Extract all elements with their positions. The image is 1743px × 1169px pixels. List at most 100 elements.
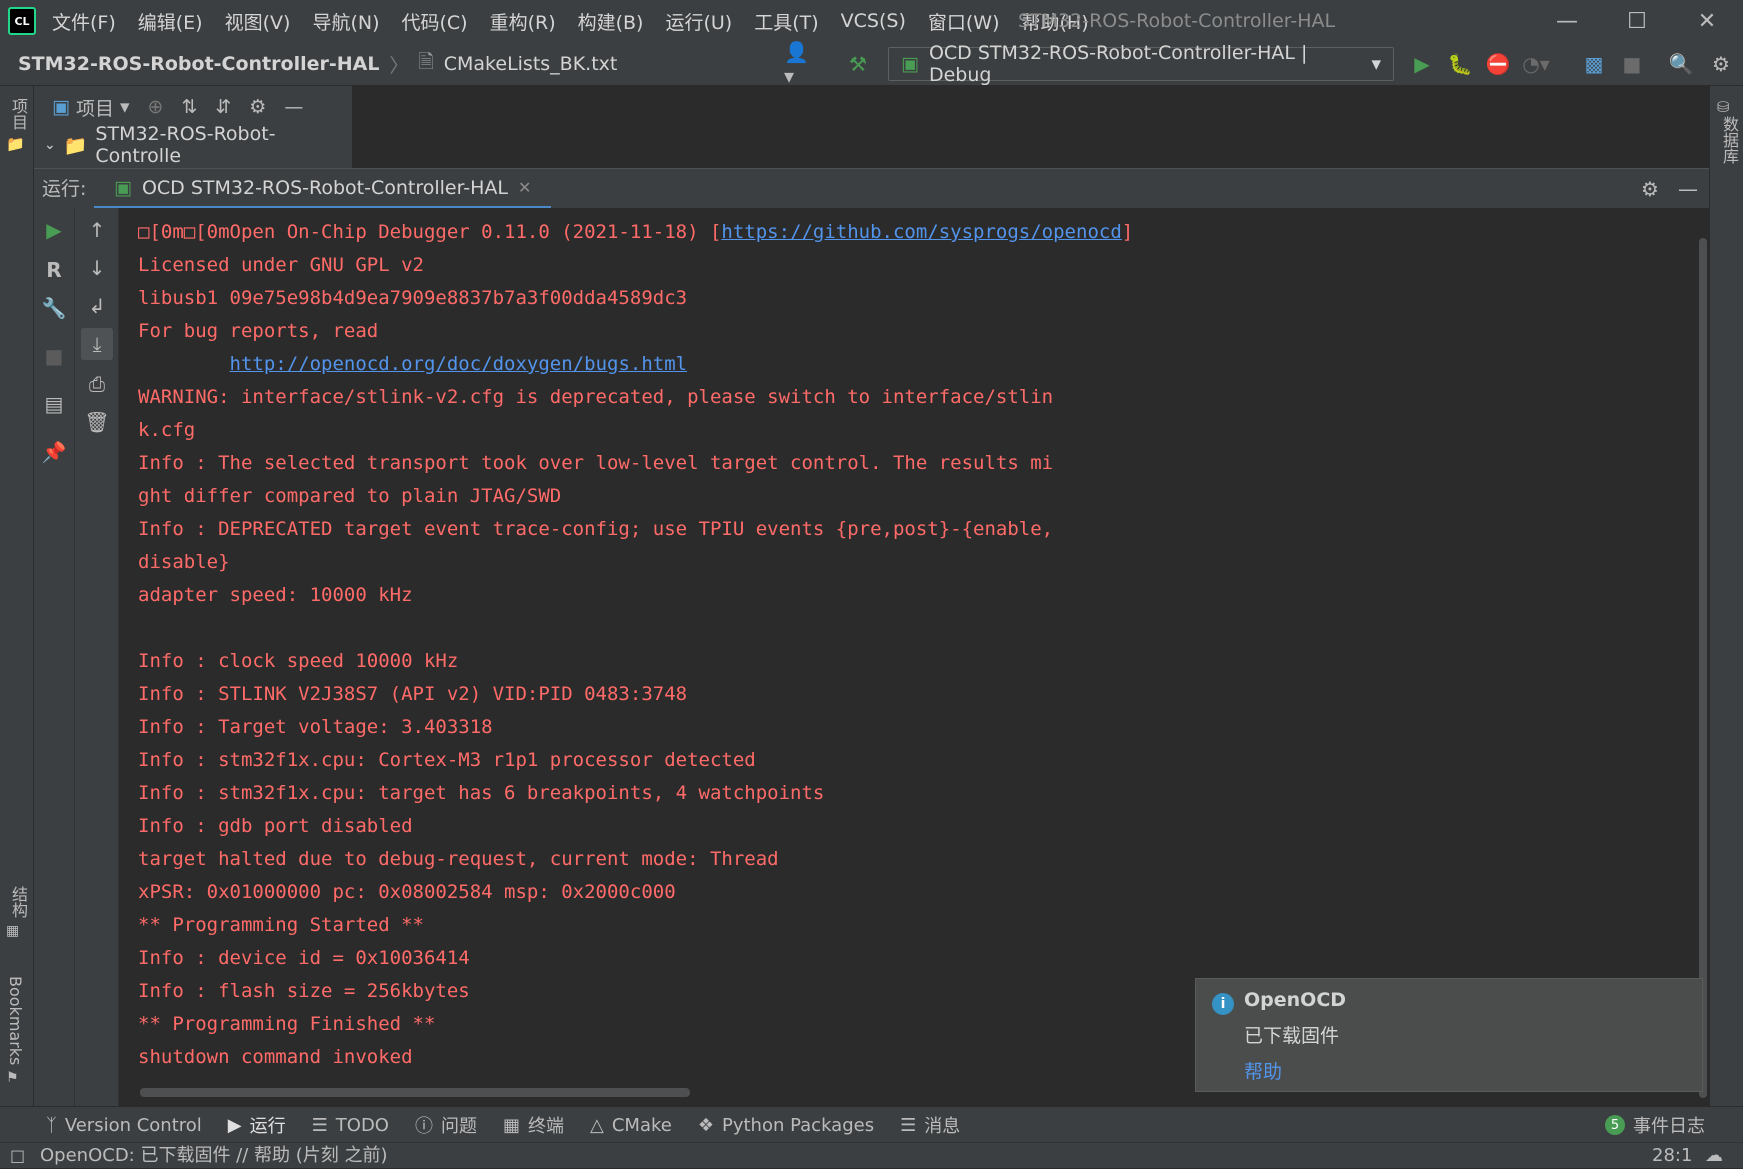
project-tree-root[interactable]: ⌄ 📁 STM32-ROS-Robot-Controlle (44, 123, 352, 167)
console-line: target halted due to debug-request, curr… (138, 848, 779, 870)
project-toolbar: ▣ 项目 ▾ ⊕ ⇅ ⇵ ⚙ — (52, 92, 303, 122)
tab-python-packages[interactable]: ❖ Python Packages (698, 1115, 874, 1136)
settings-gear-icon[interactable]: ⚙ (1634, 173, 1666, 205)
maximize-icon[interactable]: ☐ (1607, 0, 1667, 42)
debug-bug-icon[interactable]: 🐛 (1444, 48, 1476, 80)
cmake-target-icon: ▣ (114, 176, 132, 199)
console-lines: □[0m□[0mOpen On-Chip Debugger 0.11.0 (20… (138, 216, 1133, 1074)
settings-gear-icon[interactable]: ⚙ (249, 96, 266, 118)
profiler-icon[interactable]: ◔▾ (1520, 48, 1552, 80)
menu-view[interactable]: 视图(V) (223, 8, 293, 35)
stop-icon[interactable]: ■ (38, 340, 70, 372)
bookmark-icon: ⚑ (6, 1070, 19, 1087)
navigation-bar: STM32-ROS-Robot-Controller-HAL 〉 🗎 CMake… (0, 40, 1743, 88)
tab-version-control[interactable]: ᛉ Version Control (46, 1115, 202, 1136)
breadcrumb: STM32-ROS-Robot-Controller-HAL 〉 🗎 CMake… (18, 42, 617, 86)
run-icon: ▶ (227, 1114, 242, 1136)
tab-messages[interactable]: ☰ 消息 (900, 1112, 960, 1138)
console-line: k.cfg (138, 419, 196, 441)
run-configuration-selector[interactable]: ▣ OCD STM32-ROS-Robot-Controller-HAL | D… (888, 42, 1394, 86)
openocd-github-link[interactable]: https://github.com/sysprogs/openocd (721, 221, 1121, 243)
settings-gear-icon[interactable]: ⚙ (1705, 48, 1737, 80)
menu-code[interactable]: 代码(C) (399, 8, 469, 35)
menu-vcs[interactable]: VCS(S) (839, 10, 908, 32)
console-output[interactable]: □[0m□[0mOpen On-Chip Debugger 0.11.0 (20… (119, 208, 1709, 1106)
locate-target-icon[interactable]: ⊕ (148, 96, 164, 118)
notification-help-link[interactable]: 帮助 (1244, 1057, 1282, 1084)
console-line: ** Programming Finished ** (138, 1013, 436, 1035)
menu-build[interactable]: 构建(B) (576, 8, 646, 35)
menu-navigate[interactable]: 导航(N) (310, 8, 381, 35)
tab-problems[interactable]: ⓘ 问题 (415, 1112, 477, 1138)
clion-logo-icon: CL (8, 7, 36, 35)
trash-icon[interactable]: 🗑 (81, 406, 113, 438)
vertical-scrollbar[interactable] (1699, 238, 1707, 1098)
close-tab-icon[interactable]: ✕ (518, 178, 531, 197)
minimize-icon[interactable]: — (1537, 0, 1597, 42)
window-icon: ▣ (52, 96, 70, 118)
caret-position[interactable]: 28:1 (1652, 1143, 1692, 1169)
tab-terminal[interactable]: ▦ 终端 (503, 1112, 564, 1138)
console-line: Info : stm32f1x.cpu: Cortex-M3 r1p1 proc… (138, 749, 756, 771)
layout-icon[interactable]: ▤ (38, 388, 70, 420)
coverage-icon[interactable]: ⛔ (1482, 48, 1514, 80)
cloud-icon[interactable]: ☁ (1705, 1145, 1723, 1166)
console-line: http://openocd.org/doc/doxygen/bugs.html (138, 348, 1133, 381)
print-icon[interactable]: ⎙ (81, 368, 113, 400)
restart-r-icon[interactable]: R (38, 254, 70, 286)
user-icon[interactable]: 👤▾ (784, 40, 816, 88)
arrow-down-icon[interactable]: ↓ (81, 252, 113, 284)
arrow-up-icon[interactable]: ↑ (81, 214, 113, 246)
hide-panel-icon[interactable]: — (284, 96, 303, 118)
console-line: Info : gdb port disabled (138, 815, 413, 837)
menu-tools[interactable]: 工具(T) (752, 8, 820, 35)
console-line: ** Programming Started ** (138, 914, 424, 936)
console-line: Info : stm32f1x.cpu: target has 6 breakp… (138, 782, 825, 804)
breadcrumb-project[interactable]: STM32-ROS-Robot-Controller-HAL (18, 53, 379, 75)
tool-window-database-label: 数据库 (1720, 116, 1739, 164)
tool-window-bookmarks[interactable]: Bookmarks ⚑ (6, 976, 25, 1086)
menu-run[interactable]: 运行(U) (663, 8, 734, 35)
run-icon[interactable]: ▶ (1406, 48, 1438, 80)
run-toolbar-primary: ▶ R 🔧 ■ ▤ 📌 (34, 208, 75, 1106)
pin-icon[interactable]: 📌 (38, 436, 70, 468)
menu-file[interactable]: 文件(F) (50, 8, 118, 35)
toggle-panels-icon[interactable]: □ (10, 1146, 25, 1165)
close-icon[interactable]: ✕ (1677, 0, 1737, 42)
horizontal-scrollbar[interactable] (140, 1088, 690, 1097)
console-line: Licensed under GNU GPL v2 (138, 254, 424, 276)
menu-edit[interactable]: 编辑(E) (136, 8, 205, 35)
tab-todo[interactable]: ☰ TODO (312, 1115, 389, 1136)
console-line: Info : clock speed 10000 kHz (138, 650, 459, 672)
breadcrumb-file[interactable]: CMakeLists_BK.txt (444, 53, 618, 75)
chevron-right-icon: 〉 (389, 54, 409, 77)
terminal-icon: ▦ (502, 1114, 520, 1136)
tab-run[interactable]: ▶ 运行 (228, 1112, 286, 1138)
wrench-icon[interactable]: 🔧 (38, 292, 70, 324)
tool-window-database[interactable]: ⛁ 数据库 (1717, 98, 1743, 169)
expand-all-icon[interactable]: ⇅ (181, 96, 197, 118)
menu-refactor[interactable]: 重构(R) (488, 8, 558, 35)
tab-cmake[interactable]: △ CMake (590, 1115, 672, 1136)
rerun-icon[interactable]: ▶ (38, 214, 70, 246)
attach-process-icon[interactable]: ▩ (1578, 48, 1610, 80)
stop-icon[interactable]: ■ (1616, 48, 1648, 80)
scroll-to-end-icon[interactable]: ⤓ (81, 328, 113, 360)
editor-area (352, 86, 1709, 168)
menu-window[interactable]: 窗口(W) (926, 8, 1002, 35)
console-line: Info : device id = 0x10036414 (138, 947, 470, 969)
collapse-all-icon[interactable]: ⇵ (215, 96, 231, 118)
status-message[interactable]: OpenOCD: 已下载固件 // 帮助 (片刻 之前) (40, 1143, 388, 1169)
run-tab[interactable]: ▣ OCD STM32-ROS-Robot-Controller-HAL ✕ (94, 169, 552, 209)
status-bar: □ OpenOCD: 已下载固件 // 帮助 (片刻 之前) 28:1 ☁ (0, 1142, 1743, 1168)
build-hammer-icon[interactable]: ⚒ (842, 48, 874, 80)
hide-panel-icon[interactable]: — (1672, 173, 1704, 205)
search-icon[interactable]: 🔍 (1665, 48, 1697, 80)
run-configuration-label: OCD STM32-ROS-Robot-Controller-HAL | Deb… (928, 42, 1308, 86)
title-bar: CL 文件(F) 编辑(E) 视图(V) 导航(N) 代码(C) 重构(R) 构… (0, 0, 1743, 42)
bug-report-link[interactable]: http://openocd.org/doc/doxygen/bugs.html (230, 353, 688, 375)
tab-event-log[interactable]: 5 事件日志 (1605, 1107, 1705, 1143)
project-view-selector[interactable]: ▣ 项目 ▾ (52, 94, 130, 121)
soft-wrap-icon[interactable]: ↲ (81, 290, 113, 322)
